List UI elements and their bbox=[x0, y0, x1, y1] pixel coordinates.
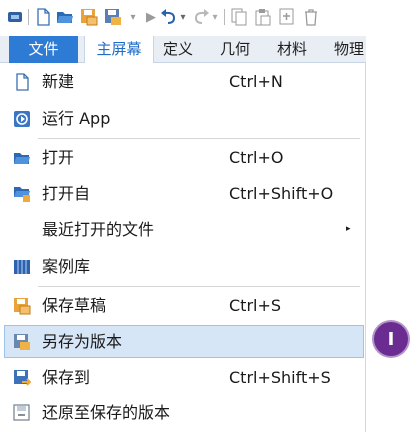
save-draft-icon bbox=[13, 297, 31, 315]
menu-item-label: 打开 bbox=[42, 148, 75, 167]
menu-item-label: 保存到 bbox=[42, 368, 91, 387]
toolbar-separator bbox=[224, 9, 225, 25]
submenu-arrow-icon: ▸ bbox=[346, 224, 351, 234]
menu-item-shortcut: Ctrl+S bbox=[229, 296, 282, 315]
menu-item-run-app[interactable]: 运行 App bbox=[4, 102, 364, 135]
menu-item-shortcut: Ctrl+Shift+S bbox=[229, 368, 331, 387]
menu-item-application-library[interactable]: 案例库 bbox=[4, 250, 364, 283]
revert-icon bbox=[13, 404, 31, 422]
open-folder-icon[interactable] bbox=[56, 8, 74, 26]
new-file-icon[interactable] bbox=[34, 8, 52, 26]
menu-item-revert-to-saved[interactable]: 还原至保存的版本 bbox=[4, 396, 364, 429]
quick-access-toolbar: ▾ ▶ ▾ ▾ bbox=[0, 0, 366, 36]
tab-definitions[interactable]: 定义 bbox=[163, 36, 193, 63]
app-icon[interactable] bbox=[6, 8, 24, 26]
delete-icon[interactable] bbox=[302, 8, 320, 26]
save-draft-icon[interactable] bbox=[80, 8, 98, 26]
redo-dropdown-icon[interactable]: ▾ bbox=[210, 8, 220, 26]
menu-item-shortcut: Ctrl+Shift+O bbox=[229, 184, 334, 203]
menu-item-new[interactable]: 新建 Ctrl+N bbox=[4, 65, 364, 98]
new-file-icon bbox=[13, 73, 31, 91]
save-to-icon bbox=[13, 369, 31, 387]
tab-geometry[interactable]: 几何 bbox=[220, 36, 250, 63]
menu-item-label: 打开自 bbox=[42, 184, 91, 203]
menu-item-save-as-version[interactable]: 另存为版本 bbox=[4, 325, 364, 358]
menu-item-label: 运行 App bbox=[42, 109, 111, 128]
menu-item-save-to[interactable]: 保存到 Ctrl+Shift+S bbox=[4, 361, 364, 394]
open-folder-icon bbox=[13, 149, 31, 167]
menu-item-label: 新建 bbox=[42, 72, 75, 91]
tab-file[interactable]: 文件 bbox=[9, 36, 78, 63]
save-as-icon[interactable] bbox=[104, 8, 122, 26]
menu-divider bbox=[38, 138, 360, 139]
menu-item-shortcut: Ctrl+N bbox=[229, 72, 283, 91]
toolbar-separator bbox=[28, 9, 29, 25]
menu-item-label: 另存为版本 bbox=[42, 332, 123, 351]
run-icon[interactable]: ▶ bbox=[142, 8, 160, 26]
step-marker: I bbox=[374, 322, 408, 356]
menu-item-label: 保存草稿 bbox=[42, 296, 107, 315]
menu-divider bbox=[38, 286, 360, 287]
menu-item-open-from[interactable]: 打开自 Ctrl+Shift+O bbox=[4, 177, 364, 210]
menu-item-save-draft[interactable]: 保存草稿 Ctrl+S bbox=[4, 289, 364, 322]
run-app-icon bbox=[13, 110, 31, 128]
ribbon-tab-bar: 文件 主屏幕 定义 几何 材料 物理 bbox=[0, 36, 366, 64]
save-version-icon bbox=[13, 333, 31, 351]
menu-item-label: 还原至保存的版本 bbox=[42, 403, 171, 422]
tab-home[interactable]: 主屏幕 bbox=[84, 36, 154, 64]
menu-item-shortcut: Ctrl+O bbox=[229, 148, 284, 167]
library-icon bbox=[13, 258, 31, 276]
redo-icon[interactable] bbox=[192, 8, 210, 26]
menu-item-label: 案例库 bbox=[42, 257, 91, 276]
file-menu: 新建 Ctrl+N 运行 App 打开 Ctrl+O 打开自 Ctrl+Shif… bbox=[0, 63, 366, 432]
tab-physics[interactable]: 物理 bbox=[334, 36, 364, 63]
undo-dropdown-icon[interactable]: ▾ bbox=[178, 8, 188, 26]
paste-icon[interactable] bbox=[254, 8, 272, 26]
menu-item-recent-files[interactable]: 最近打开的文件 ▸ bbox=[4, 213, 364, 246]
copy-icon[interactable] bbox=[230, 8, 248, 26]
tab-materials[interactable]: 材料 bbox=[277, 36, 307, 63]
menu-item-label: 最近打开的文件 bbox=[42, 220, 155, 239]
open-from-icon bbox=[13, 185, 31, 203]
undo-icon[interactable] bbox=[160, 8, 178, 26]
menu-item-open[interactable]: 打开 Ctrl+O bbox=[4, 141, 364, 174]
chevron-down-icon[interactable]: ▾ bbox=[128, 8, 138, 26]
duplicate-icon[interactable] bbox=[278, 8, 296, 26]
